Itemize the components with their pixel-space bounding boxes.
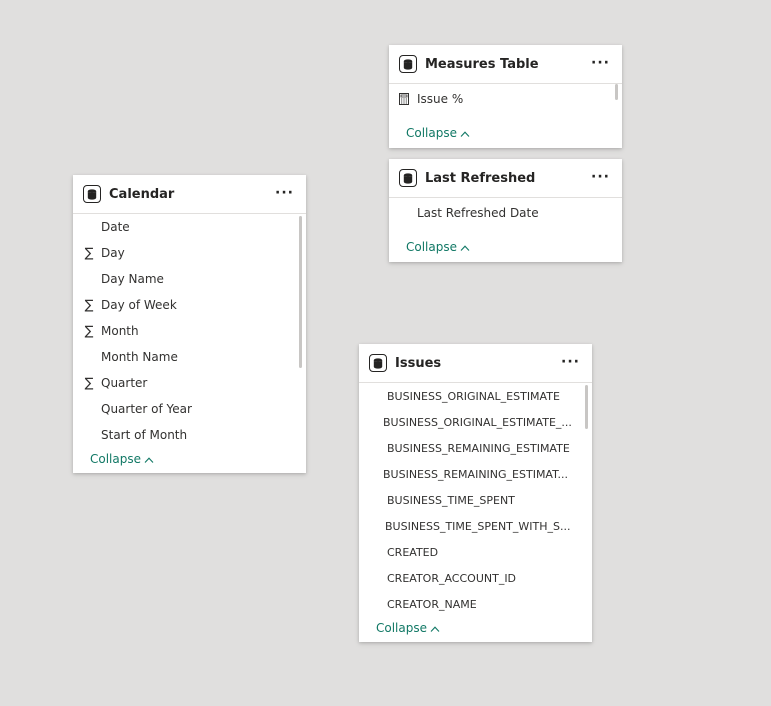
calendar-card-header[interactable]: Calendar ···: [73, 175, 306, 214]
field-business-original-estimate-2[interactable]: BUSINESS_ORIGINAL_ESTIMATE_...: [359, 409, 592, 435]
field-business-original-estimate[interactable]: BUSINESS_ORIGINAL_ESTIMATE: [359, 383, 592, 409]
chevron-up-icon: [460, 130, 470, 137]
field-day[interactable]: ∑ Day: [73, 240, 306, 266]
field-quarter-of-year[interactable]: ∑Quarter of Year: [73, 396, 306, 422]
more-options-icon[interactable]: ···: [561, 353, 580, 371]
scrollbar[interactable]: [585, 385, 588, 429]
field-created[interactable]: CREATED: [359, 539, 592, 565]
calendar-field-list: ∑Date ∑Day ∑Day Name ∑Day of Week ∑Month…: [73, 214, 306, 448]
field-business-time-spent[interactable]: BUSINESS_TIME_SPENT: [359, 487, 592, 513]
measures-card-header[interactable]: Measures Table ···: [389, 45, 622, 84]
field-issue-percent[interactable]: Issue %: [389, 86, 622, 112]
measures-card-title: Measures Table: [425, 56, 539, 72]
last-refreshed-card-header[interactable]: Last Refreshed ···: [389, 159, 622, 198]
collapse-button[interactable]: Collapse: [406, 126, 470, 140]
field-business-remaining-estimate-2[interactable]: BUSINESS_REMAINING_ESTIMAT...: [359, 461, 592, 487]
more-options-icon[interactable]: ···: [275, 184, 294, 202]
field-last-refreshed-date[interactable]: ∑Last Refreshed Date: [389, 200, 622, 226]
issues-table-card[interactable]: Issues ··· BUSINESS_ORIGINAL_ESTIMATE BU…: [359, 344, 592, 642]
last-refreshed-field-list: ∑Last Refreshed Date: [389, 198, 622, 230]
field-label: Day of Week: [101, 298, 177, 312]
field-label: Issue %: [417, 92, 464, 106]
table-icon: [399, 55, 417, 73]
sigma-icon: ∑: [84, 245, 94, 261]
field-label: Month: [101, 324, 139, 338]
scrollbar[interactable]: [615, 84, 618, 100]
field-label: Date: [101, 220, 130, 234]
field-label: Quarter: [101, 376, 148, 390]
field-business-remaining-estimate[interactable]: BUSINESS_REMAINING_ESTIMATE: [359, 435, 592, 461]
calendar-table-card[interactable]: Calendar ··· ∑Date ∑Day ∑Day Name ∑Day o…: [73, 175, 306, 473]
issues-card-header[interactable]: Issues ···: [359, 344, 592, 383]
calendar-card-title: Calendar: [109, 186, 175, 202]
field-label: Day: [101, 246, 125, 260]
field-label: CREATOR_ACCOUNT_ID: [387, 571, 517, 585]
chevron-up-icon: [144, 456, 154, 463]
field-month[interactable]: ∑ Month: [73, 318, 306, 344]
collapse-label: Collapse: [406, 126, 457, 140]
more-options-icon[interactable]: ···: [591, 168, 610, 186]
chevron-up-icon: [430, 625, 440, 632]
field-day-name[interactable]: ∑Day Name: [73, 266, 306, 292]
collapse-label: Collapse: [90, 452, 141, 466]
table-icon: [83, 185, 101, 203]
table-icon: [369, 354, 387, 372]
field-business-time-spent-with[interactable]: BUSINESS_TIME_SPENT_WITH_S...: [359, 513, 592, 539]
sigma-icon: ∑: [84, 297, 94, 313]
issues-card-title: Issues: [395, 355, 442, 371]
sigma-icon: ∑: [84, 375, 94, 391]
field-start-of-month[interactable]: ∑Start of Month: [73, 422, 306, 448]
calculator-icon: [399, 93, 409, 105]
field-label: BUSINESS_REMAINING_ESTIMATE: [387, 441, 570, 455]
table-icon: [399, 169, 417, 187]
field-label: CREATOR_NAME: [387, 597, 477, 611]
field-label: BUSINESS_REMAINING_ESTIMAT...: [383, 467, 569, 481]
last-refreshed-card-title: Last Refreshed: [425, 170, 536, 186]
sigma-icon: ∑: [84, 323, 94, 339]
field-label: Last Refreshed Date: [417, 206, 539, 220]
more-options-icon[interactable]: ···: [591, 54, 610, 72]
field-label: Day Name: [101, 272, 164, 286]
collapse-button[interactable]: Collapse: [406, 240, 470, 254]
field-label: BUSINESS_TIME_SPENT: [387, 493, 515, 507]
field-label: Start of Month: [101, 428, 188, 442]
collapse-label: Collapse: [376, 621, 427, 635]
last-refreshed-table-card[interactable]: Last Refreshed ··· ∑Last Refreshed Date …: [389, 159, 622, 262]
field-day-of-week[interactable]: ∑ Day of Week: [73, 292, 306, 318]
measures-field-list: Issue %: [389, 84, 622, 116]
field-quarter[interactable]: ∑ Quarter: [73, 370, 306, 396]
collapse-button[interactable]: Collapse: [376, 621, 440, 635]
field-label: Month Name: [101, 350, 178, 364]
field-label: Quarter of Year: [101, 402, 192, 416]
field-label: BUSINESS_ORIGINAL_ESTIMATE_...: [383, 415, 572, 429]
collapse-button[interactable]: Collapse: [90, 452, 154, 466]
field-creator-account-id[interactable]: CREATOR_ACCOUNT_ID: [359, 565, 592, 591]
field-label: BUSINESS_TIME_SPENT_WITH_S...: [385, 519, 571, 533]
measures-table-card[interactable]: Measures Table ··· Issue % Collapse: [389, 45, 622, 148]
collapse-label: Collapse: [406, 240, 457, 254]
field-label: BUSINESS_ORIGINAL_ESTIMATE: [387, 389, 560, 403]
chevron-up-icon: [460, 244, 470, 251]
field-date[interactable]: ∑Date: [73, 214, 306, 240]
field-creator-name[interactable]: CREATOR_NAME: [359, 591, 592, 617]
scrollbar[interactable]: [299, 216, 302, 368]
field-month-name[interactable]: ∑Month Name: [73, 344, 306, 370]
field-label: CREATED: [387, 545, 439, 559]
issues-field-list: BUSINESS_ORIGINAL_ESTIMATE BUSINESS_ORIG…: [359, 383, 592, 617]
